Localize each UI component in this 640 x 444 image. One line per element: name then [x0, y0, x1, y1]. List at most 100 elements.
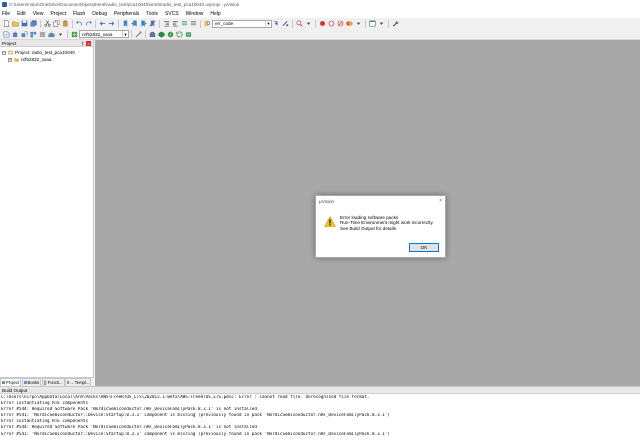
find-combobox[interactable]: err_code ▼	[212, 19, 272, 28]
tab-books[interactable]: Books	[21, 378, 42, 386]
build-toolbar: nrf52832_xxaa ▼	[0, 29, 640, 40]
expand-toggle[interactable]: +	[8, 57, 12, 62]
build-icon[interactable]	[11, 30, 19, 38]
menu-edit[interactable]: Edit	[17, 11, 26, 17]
close-icon[interactable]: ×	[439, 198, 442, 204]
bookmark-clear-icon[interactable]	[148, 20, 156, 28]
rebuild-icon[interactable]	[20, 30, 28, 38]
save-all-icon[interactable]	[29, 20, 37, 28]
project-tree: − Project: radio_test_pca10040 + nrf5283…	[0, 47, 93, 63]
download-flash-icon[interactable]	[47, 30, 55, 38]
paste-icon[interactable]	[61, 20, 69, 28]
menu-view[interactable]: View	[33, 11, 44, 17]
redo-icon[interactable]	[84, 20, 92, 28]
chevron-down-icon[interactable]: ▼	[122, 31, 128, 37]
ok-button[interactable]: OK	[409, 243, 439, 252]
batch-build-icon[interactable]	[29, 30, 37, 38]
menu-project[interactable]: Project	[50, 11, 66, 17]
menu-file[interactable]: File	[2, 11, 10, 17]
save-icon[interactable]	[20, 20, 28, 28]
dialog-body: Error loading software packs Run-Time En…	[316, 206, 445, 231]
menu-window[interactable]: Window	[186, 11, 204, 17]
uncomment-icon[interactable]	[189, 20, 197, 28]
kill-all-breakpoints-icon[interactable]	[345, 20, 353, 28]
comment-icon[interactable]	[180, 20, 188, 28]
translate-icon[interactable]	[2, 30, 10, 38]
panel-tabs: Project Books {} Functi... 0→ Templ...	[0, 377, 94, 386]
project-icon	[8, 50, 13, 55]
bookmark-toggle-icon[interactable]	[121, 20, 129, 28]
toolbar-separator	[72, 19, 73, 28]
close-icon[interactable]: ×	[86, 40, 91, 46]
open-file-icon[interactable]	[11, 20, 19, 28]
copy-icon[interactable]	[52, 20, 60, 28]
build-output-log[interactable]: C:\Users\nirpo\AppData\Local\Arm\Packs\A…	[0, 394, 640, 438]
tab-templates[interactable]: 0→ Templ...	[65, 378, 92, 386]
enable-breakpoint-icon[interactable]	[327, 20, 335, 28]
tree-item-project[interactable]: − Project: radio_test_pca10040	[0, 49, 93, 56]
toolbar-separator	[145, 30, 146, 38]
target-combobox[interactable]: nrf52832_xxaa ▼	[79, 30, 129, 38]
chevron-down-icon[interactable]: ▼	[265, 20, 271, 27]
new-file-icon[interactable]	[2, 20, 10, 28]
dropdown-arrow-icon[interactable]	[304, 20, 312, 28]
tree-item-label: Project: radio_test_pca10040	[15, 50, 75, 55]
unindent-icon[interactable]	[171, 20, 179, 28]
project-panel-header: Project ‡ ×	[0, 40, 93, 47]
menu-flash[interactable]: Flash	[73, 11, 85, 17]
books-icon	[23, 381, 27, 384]
menu-debug[interactable]: Debug	[92, 11, 107, 17]
menu-peripherals[interactable]: Peripherals	[114, 11, 139, 17]
dropdown-arrow-icon[interactable]	[354, 20, 362, 28]
file-toolbar: err_code ▼	[0, 18, 640, 29]
dropdown-arrow-icon[interactable]	[56, 30, 64, 38]
dropdown-arrow-icon[interactable]	[377, 20, 385, 28]
project-tab-icon	[2, 381, 5, 384]
file-extensions-icon[interactable]	[148, 30, 156, 38]
target-options-icon[interactable]	[70, 30, 78, 38]
navigate-forward-icon[interactable]	[107, 20, 115, 28]
dialog-message-line: See Build Output for details	[340, 225, 396, 231]
window-title: C:\Users\nirpo\OneDrive\Documents\periph…	[9, 2, 240, 7]
log-line: Error #541: 'NordicSemiconductor::Device…	[1, 431, 390, 437]
collapse-toggle[interactable]: −	[2, 50, 6, 55]
dialog-title-bar: µVision ×	[316, 196, 445, 206]
pin-icon[interactable]: ‡	[81, 41, 84, 46]
uvision-window: C:\Users\nirpo\OneDrive\Documents\periph…	[0, 0, 640, 444]
menu-tools[interactable]: Tools	[146, 11, 158, 17]
disable-all-breakpoints-icon[interactable]	[336, 20, 344, 28]
window-layout-icon[interactable]	[368, 20, 376, 28]
find-next-icon[interactable]	[272, 20, 280, 28]
tab-project[interactable]: Project	[0, 378, 22, 386]
cut-icon[interactable]	[43, 20, 51, 28]
insert-breakpoint-icon[interactable]	[318, 20, 326, 28]
tree-item-target[interactable]: + nrf52832_xxaa	[0, 56, 93, 63]
bookmark-previous-icon[interactable]	[130, 20, 138, 28]
target-combobox-value: nrf52832_xxaa	[82, 31, 113, 37]
debug-session-icon[interactable]	[295, 20, 303, 28]
tab-label: 0→ Templ...	[67, 380, 90, 385]
tab-functions[interactable]: {} Functi...	[41, 378, 65, 386]
options-for-target-icon[interactable]	[134, 30, 142, 38]
configuration-wrench-icon[interactable]	[391, 20, 399, 28]
incremental-find-icon[interactable]	[281, 20, 289, 28]
pack-installer-icon[interactable]	[166, 30, 174, 38]
navigate-back-icon[interactable]	[98, 20, 106, 28]
stop-build-icon[interactable]	[38, 30, 46, 38]
error-dialog: µVision × Error loading software packs R…	[315, 195, 446, 258]
tab-label: Project	[6, 380, 20, 385]
indent-icon[interactable]	[162, 20, 170, 28]
manage-rte-icon[interactable]	[157, 30, 165, 38]
tab-label: {} Functi...	[43, 380, 63, 385]
find-in-files-icon[interactable]	[203, 20, 211, 28]
find-combobox-value: err_code	[215, 21, 234, 26]
software-components-icon[interactable]	[184, 30, 192, 38]
select-packs-icon[interactable]	[175, 30, 183, 38]
undo-icon[interactable]	[75, 20, 83, 28]
menu-help[interactable]: Help	[210, 11, 220, 17]
toolbar-separator	[292, 19, 293, 28]
bookmark-next-icon[interactable]	[139, 20, 147, 28]
build-output-header: Build Output	[0, 387, 640, 394]
menu-svcs[interactable]: SVCS	[165, 11, 179, 17]
target-folder-icon	[14, 58, 19, 62]
